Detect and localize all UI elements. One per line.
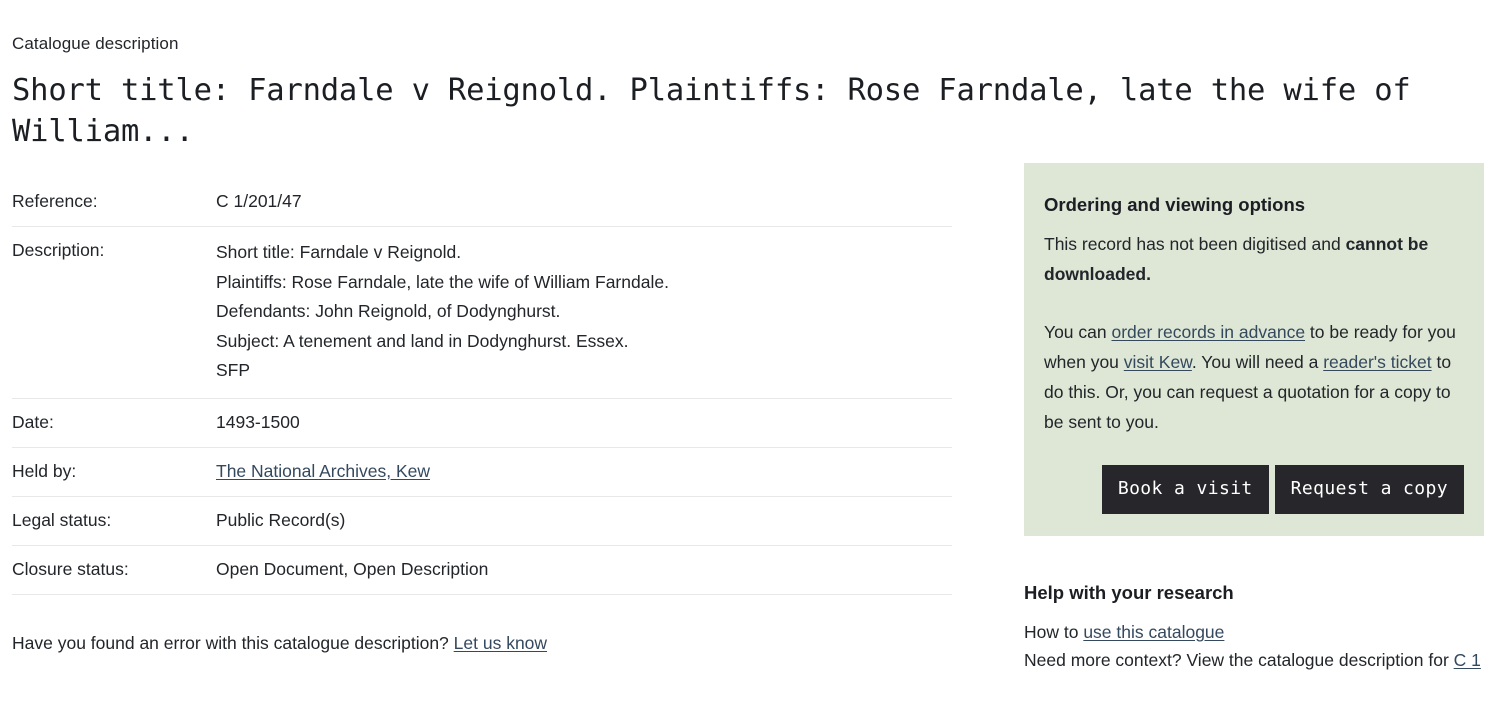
ordering-instructions-text: You can order records in advance to be r… <box>1044 317 1464 437</box>
ordering-panel-heading: Ordering and viewing options <box>1044 194 1306 215</box>
detail-value-reference: C 1/201/47 <box>216 191 302 211</box>
detail-label-held-by: Held by: <box>12 460 77 481</box>
help-line-1-prefix: How to <box>1024 622 1084 642</box>
help-line-use-catalogue: How to use this catalogue <box>1024 618 1484 646</box>
detail-label-date: Date: <box>12 411 54 432</box>
detail-label-reference: Reference: <box>12 191 98 211</box>
let-us-know-link[interactable]: Let us know <box>454 633 547 653</box>
table-row: Held by: The National Archives, Kew <box>12 447 952 496</box>
page-eyebrow: Catalogue description <box>12 34 179 53</box>
table-row: Legal status: Public Record(s) <box>12 496 952 545</box>
help-line-2-prefix: Need more context? View the catalogue de… <box>1024 650 1454 670</box>
detail-label-closure-status: Closure status: <box>12 558 129 579</box>
description-line: Short title: Farndale v Reignold. <box>216 242 462 262</box>
use-this-catalogue-link[interactable]: use this catalogue <box>1083 622 1224 642</box>
description-line: Defendants: John Reignold, of Dodynghurs… <box>216 301 561 321</box>
held-by-link[interactable]: The National Archives, Kew <box>216 461 430 481</box>
digitisation-status-text: This record has not been digitised and c… <box>1044 229 1464 289</box>
detail-value-date: 1493-1500 <box>216 411 300 432</box>
parent-series-link[interactable]: C 1 <box>1454 650 1481 670</box>
table-row: Closure status: Open Document, Open Desc… <box>12 545 952 594</box>
help-with-research-panel: Help with your research How to use this … <box>1024 581 1484 674</box>
detail-value-closure-status: Open Document, Open Description <box>216 558 489 579</box>
description-line: Subject: A tenement and land in Dodynghu… <box>216 330 629 351</box>
table-row: Date: 1493-1500 <box>12 398 952 447</box>
detail-value-legal-status: Public Record(s) <box>216 509 346 530</box>
help-panel-heading: Help with your research <box>1024 582 1234 603</box>
book-a-visit-button[interactable]: Book a visit <box>1101 465 1269 514</box>
detail-label-description: Description: <box>12 240 105 260</box>
ordering-text-1: You can <box>1044 322 1112 342</box>
catalogue-description-page: Catalogue description Short title: Farnd… <box>0 0 1492 717</box>
detail-label-legal-status: Legal status: <box>12 509 112 530</box>
record-details-table: Reference: C 1/201/47 Description: Short… <box>12 178 952 595</box>
request-a-copy-button[interactable]: Request a copy <box>1274 465 1464 514</box>
sidebar-column: Ordering and viewing options This record… <box>1024 0 1484 674</box>
description-line: Plaintiffs: Rose Farndale, late the wife… <box>216 271 669 292</box>
order-records-in-advance-link[interactable]: order records in advance <box>1111 322 1305 342</box>
description-line: SFP <box>216 360 251 380</box>
ordering-text-3: . You will need a <box>1191 352 1324 372</box>
readers-ticket-link[interactable]: reader's ticket <box>1323 352 1431 372</box>
table-row: Reference: C 1/201/47 <box>12 178 952 227</box>
error-report-note: Have you found an error with this catalo… <box>12 631 952 656</box>
ordering-button-row: Book a visit Request a copy <box>1044 465 1464 514</box>
digitisation-status-prefix: This record has not been digitised and <box>1044 234 1346 254</box>
detail-value-description: Short title: Farndale v Reignold. Plaint… <box>216 227 952 399</box>
error-report-text: Have you found an error with this catalo… <box>12 632 454 653</box>
main-content-column: Catalogue description Short title: Farnd… <box>12 0 1411 656</box>
help-line-more-context: Need more context? View the catalogue de… <box>1024 646 1484 674</box>
detail-value-held-by: The National Archives, Kew <box>216 447 952 496</box>
table-row: Description: Short title: Farndale v Rei… <box>12 227 952 399</box>
visit-kew-link[interactable]: visit Kew <box>1124 352 1192 372</box>
ordering-and-viewing-panel: Ordering and viewing options This record… <box>1024 163 1484 536</box>
